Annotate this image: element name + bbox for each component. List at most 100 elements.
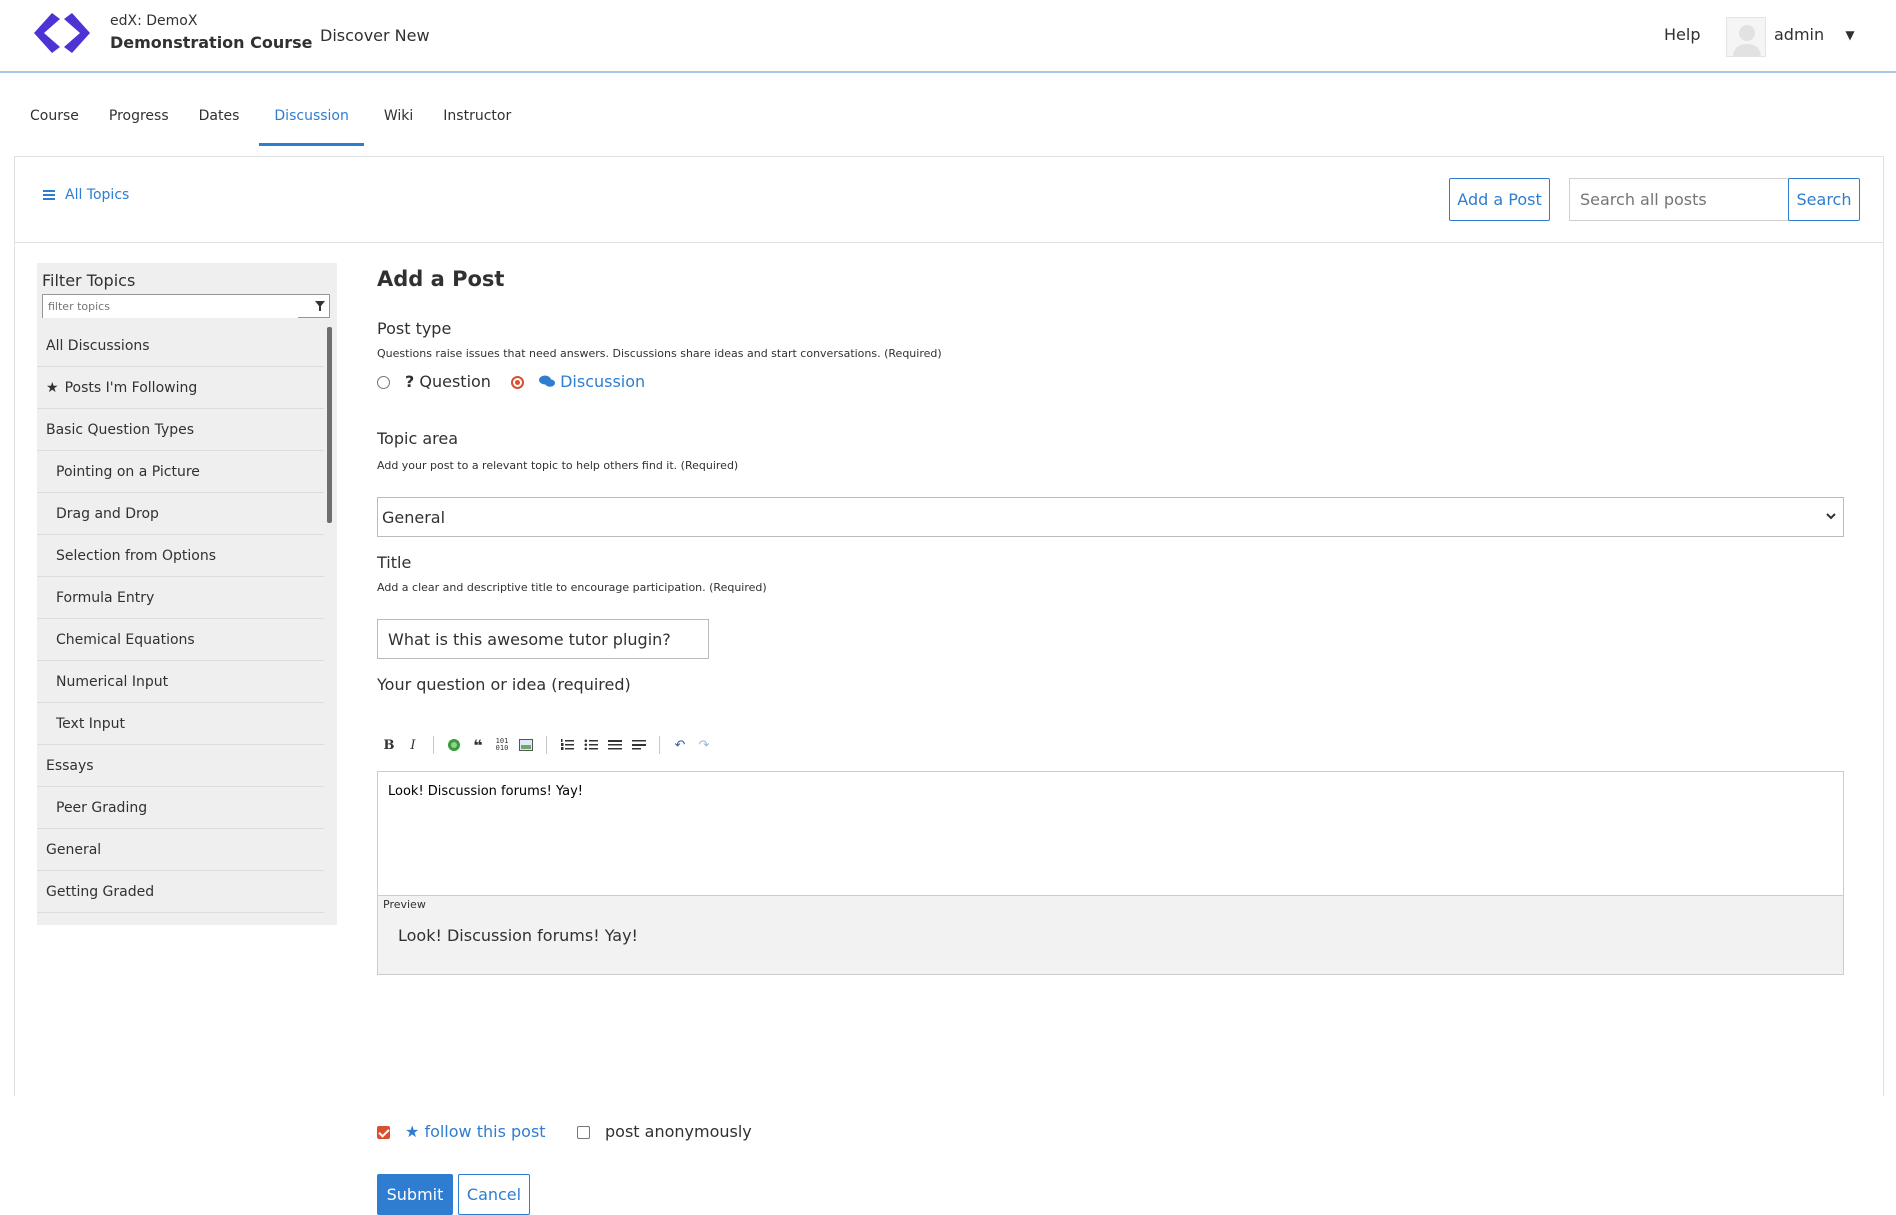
body-textarea[interactable]: Look! Discussion forums! Yay! bbox=[377, 771, 1844, 895]
course-org: edX: DemoX bbox=[110, 13, 198, 29]
list-item[interactable]: Formula Entry bbox=[37, 577, 324, 619]
filter-input-wrap bbox=[42, 294, 330, 318]
bullet-list-icon[interactable] bbox=[579, 734, 603, 756]
list-item[interactable]: Essays bbox=[37, 745, 324, 787]
username[interactable]: admin bbox=[1774, 25, 1824, 44]
list-item[interactable]: Chemical Equations bbox=[37, 619, 324, 661]
tab-wiki[interactable]: Wiki bbox=[374, 98, 423, 146]
course-tabs: Course Progress Dates Discussion Wiki In… bbox=[20, 98, 531, 146]
body-label: Your question or idea (required) bbox=[377, 675, 631, 694]
form-title: Add a Post bbox=[377, 267, 505, 291]
blockquote-icon[interactable]: ❝ bbox=[466, 734, 490, 756]
topic-label: Drag and Drop bbox=[56, 505, 159, 522]
numbered-list-icon[interactable] bbox=[555, 734, 579, 756]
anonymous-label[interactable]: post anonymously bbox=[605, 1122, 752, 1141]
post-type-label: Post type bbox=[377, 319, 452, 338]
list-item[interactable]: Numerical Input bbox=[37, 661, 324, 703]
sidebar-scrollbar[interactable] bbox=[327, 327, 332, 523]
topic-select-value: General bbox=[382, 507, 446, 527]
title-input[interactable] bbox=[377, 619, 709, 659]
question-label: Question bbox=[419, 372, 491, 391]
topic-select[interactable]: General bbox=[377, 497, 1844, 537]
site-header: edX: DemoX Demonstration Course Discover… bbox=[0, 0, 1896, 73]
link-icon[interactable] bbox=[442, 734, 466, 756]
topic-label: General bbox=[46, 841, 102, 858]
all-topics-toggle[interactable]: All Topics bbox=[43, 187, 129, 203]
list-item[interactable]: ★ Posts I'm Following bbox=[37, 367, 324, 409]
image-icon[interactable] bbox=[514, 734, 538, 756]
preview-label: Preview bbox=[383, 898, 426, 911]
star-icon: ★ bbox=[46, 379, 59, 396]
editor-toolbar: B I ❝ 101 010 ↶ ↷ bbox=[377, 733, 716, 757]
all-topics-label: All Topics bbox=[65, 187, 130, 203]
list-item[interactable]: Pointing on a Picture bbox=[37, 451, 324, 493]
topic-label: Posts I'm Following bbox=[64, 379, 198, 396]
undo-icon[interactable]: ↶ bbox=[668, 734, 692, 756]
preview-body: Look! Discussion forums! Yay! bbox=[398, 926, 638, 945]
list-item[interactable]: All Discussions bbox=[37, 325, 324, 367]
discussion-container: All Topics Add a Post Search Filter Topi… bbox=[14, 156, 1884, 1215]
follow-label: follow this post bbox=[424, 1122, 546, 1141]
course-name: Demonstration Course bbox=[110, 33, 313, 52]
user-silhouette-icon bbox=[1733, 25, 1761, 56]
add-post-button[interactable]: Add a Post bbox=[1449, 178, 1550, 221]
discussion-radio[interactable] bbox=[511, 376, 524, 389]
heading-icon[interactable] bbox=[603, 734, 627, 756]
topic-label: Peer Grading bbox=[56, 799, 148, 816]
topic-area-help: Add your post to a relevant topic to hel… bbox=[377, 459, 739, 472]
question-radio[interactable] bbox=[377, 376, 390, 389]
list-item[interactable]: Drag and Drop bbox=[37, 493, 324, 535]
list-item[interactable]: Basic Question Types bbox=[37, 409, 324, 451]
discussion-label: Discussion bbox=[560, 372, 646, 391]
anonymous-checkbox[interactable] bbox=[577, 1126, 590, 1139]
code-icon[interactable]: 101 010 bbox=[490, 734, 514, 756]
cancel-button[interactable]: Cancel bbox=[458, 1174, 530, 1215]
list-item[interactable]: Text Input bbox=[37, 703, 324, 745]
chevron-down-icon[interactable]: ▼ bbox=[1838, 25, 1862, 45]
list-item[interactable]: General bbox=[37, 829, 324, 871]
toolbar-divider bbox=[546, 736, 547, 754]
tab-progress[interactable]: Progress bbox=[99, 98, 179, 146]
follow-checkbox[interactable] bbox=[377, 1126, 390, 1139]
edx-logo-icon[interactable] bbox=[32, 11, 92, 55]
topic-label: Text Input bbox=[56, 715, 126, 732]
topic-label: Essays bbox=[46, 757, 94, 774]
list-item[interactable]: Peer Grading bbox=[37, 787, 324, 829]
bold-icon[interactable]: B bbox=[377, 734, 401, 756]
tab-instructor[interactable]: Instructor bbox=[433, 98, 521, 146]
topic-label: Formula Entry bbox=[56, 589, 155, 606]
avatar[interactable] bbox=[1726, 17, 1766, 57]
question-mark-icon: ? bbox=[405, 372, 415, 391]
filter-title: Filter Topics bbox=[42, 271, 136, 290]
topic-list: All Discussions ★ Posts I'm Following Bas… bbox=[37, 325, 324, 913]
help-link[interactable]: Help bbox=[1664, 25, 1700, 44]
italic-icon[interactable]: I bbox=[401, 734, 425, 756]
redo-icon[interactable]: ↷ bbox=[692, 734, 716, 756]
comments-icon bbox=[539, 375, 555, 387]
preview-panel: Preview Look! Discussion forums! Yay! bbox=[377, 895, 1844, 975]
topic-label: Getting Graded bbox=[46, 883, 155, 900]
topic-label: Pointing on a Picture bbox=[56, 463, 200, 480]
discover-new-link[interactable]: Discover New bbox=[320, 26, 430, 45]
star-icon: ★ bbox=[405, 1122, 420, 1141]
discussion-toolbar: All Topics Add a Post Search bbox=[15, 157, 1883, 243]
menu-icon bbox=[43, 190, 55, 200]
list-item[interactable]: Selection from Options bbox=[37, 535, 324, 577]
title-label: Title bbox=[377, 553, 412, 572]
question-option[interactable]: ? Question bbox=[405, 372, 491, 391]
list-item[interactable]: Getting Graded bbox=[37, 871, 324, 913]
search-button[interactable]: Search bbox=[1788, 178, 1860, 221]
submit-button[interactable]: Submit bbox=[377, 1174, 453, 1215]
tab-discussion[interactable]: Discussion bbox=[259, 98, 364, 146]
tab-dates[interactable]: Dates bbox=[189, 98, 250, 146]
topic-area-label: Topic area bbox=[377, 429, 459, 448]
topic-label: Basic Question Types bbox=[46, 421, 195, 438]
toolbar-divider bbox=[433, 736, 434, 754]
topic-label: Chemical Equations bbox=[56, 631, 195, 648]
search-input[interactable] bbox=[1569, 178, 1789, 221]
follow-option[interactable]: ★ follow this post bbox=[405, 1122, 546, 1141]
tab-course[interactable]: Course bbox=[20, 98, 89, 146]
horizontal-rule-icon[interactable] bbox=[627, 734, 651, 756]
discussion-option[interactable]: Discussion bbox=[539, 372, 645, 391]
filter-topics-input[interactable] bbox=[43, 295, 298, 318]
